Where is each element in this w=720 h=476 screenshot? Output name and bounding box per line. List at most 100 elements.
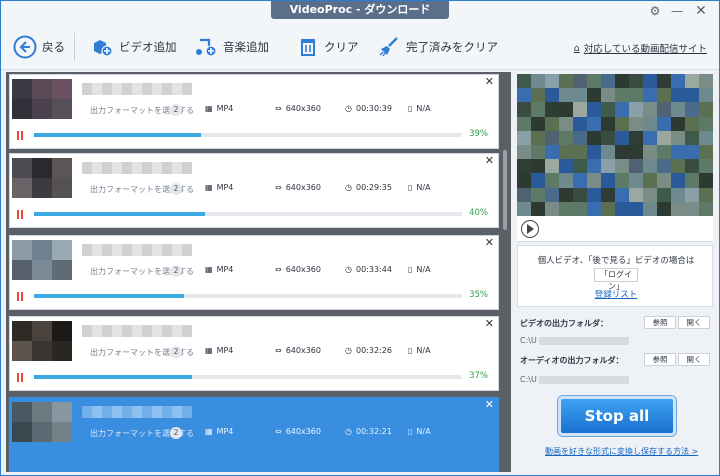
video-browse-button[interactable]: 参照 [644, 316, 676, 329]
remove-item-icon[interactable]: ✕ [485, 236, 494, 249]
pause-icon[interactable] [17, 131, 23, 140]
add-music-button[interactable]: 音楽追加 [194, 33, 269, 61]
preview-pixel [587, 116, 601, 131]
video-thumbnail [12, 79, 72, 119]
remove-item-icon[interactable]: ✕ [485, 75, 494, 88]
size-info: ▯ N/A [408, 183, 431, 192]
preview-pixel [643, 88, 657, 103]
preview-pixel [657, 201, 671, 216]
download-item[interactable]: ✕ 出力フォーマットを選択する 2 ▦ MP4 ⇔ 640x360 ◷ 00:32:26 ▯ N/A… [9, 316, 499, 391]
remove-item-icon[interactable]: ✕ [485, 398, 494, 411]
download-item[interactable]: ✕ 出力フォーマットを選択する 2 ▦ MP4 ⇔ 640x360 ◷ 00:29:35 ▯ N/A… [9, 153, 499, 228]
progress-percent: 40% [469, 208, 488, 218]
clear-button[interactable]: クリア [297, 33, 359, 61]
add-video-button[interactable]: ビデオ追加 [90, 33, 177, 61]
preview-pixel [615, 187, 629, 202]
preview-pixel [685, 144, 699, 160]
format-count-badge[interactable]: 2 [170, 104, 182, 116]
settings-gear-icon[interactable]: ⚙ [645, 3, 665, 19]
preview-pixel [517, 201, 531, 216]
clock-icon: ◷ [345, 104, 352, 113]
preview-pixel [601, 116, 615, 131]
preview-pixel [587, 173, 601, 188]
preview-pixel [545, 173, 559, 188]
preview-pixel [671, 144, 685, 160]
audio-folder-label: オーディオの出力フォルダ： [520, 356, 624, 365]
format-value: MP4 [216, 346, 234, 355]
video-thumbnail [12, 158, 72, 198]
preview-pixel [629, 187, 643, 202]
login-button[interactable]: 「ログイン」 [594, 268, 638, 291]
format-count-badge[interactable]: 2 [170, 346, 182, 358]
pause-icon[interactable] [17, 292, 23, 301]
preview-pixel [615, 74, 629, 89]
audio-open-button[interactable]: 開く [678, 353, 710, 366]
preview-pixel [545, 116, 559, 131]
remove-item-icon[interactable]: ✕ [485, 317, 494, 330]
film-icon: ▦ [205, 183, 213, 192]
preview-pixel [699, 201, 713, 216]
register-list-link[interactable]: 登録リスト [518, 288, 714, 300]
preview-pixel [601, 187, 615, 202]
size-info: ▯ N/A [408, 265, 431, 274]
audio-browse-button[interactable]: 参照 [644, 353, 676, 366]
preview-pixel [699, 130, 713, 145]
duration-info: ◷ 00:33:44 [345, 265, 392, 274]
resolution-icon: ⇔ [275, 104, 282, 113]
preview-pixel [531, 173, 545, 188]
play-icon[interactable] [521, 220, 539, 238]
video-title-blurred [82, 83, 192, 95]
supported-sites-link[interactable]: ⌂ 対応している動画配信サイト [574, 41, 707, 56]
stop-all-button[interactable]: Stop all [558, 396, 676, 436]
preview-pixel [517, 88, 531, 103]
preview-pixel [699, 74, 713, 89]
preview-pixel [517, 159, 531, 174]
duration-value: 00:29:35 [355, 183, 392, 192]
add-video-label: ビデオ追加 [119, 40, 177, 54]
preview-pixel [531, 187, 545, 202]
preview-pixel [615, 102, 629, 117]
preview-pixel [615, 144, 629, 160]
resolution-info: ⇔ 640x360 [275, 104, 321, 113]
preview-pixel [699, 159, 713, 174]
format-count-badge[interactable]: 2 [170, 427, 182, 439]
download-item[interactable]: ✕ 出力フォーマットを選択する 2 ▦ MP4 ⇔ 640x360 ◷ 00:33:44 ▯ N/A… [9, 235, 499, 310]
minimize-icon[interactable]: — [667, 3, 687, 19]
duration-info: ◷ 00:32:21 [345, 427, 392, 436]
audio-folder-path[interactable]: C:\U [520, 375, 629, 384]
add-video-icon [94, 40, 113, 57]
convert-howto-link[interactable]: 動画を好きな形式に変換し保存する方法 > [545, 446, 698, 457]
preview-pixel [545, 102, 559, 117]
back-button[interactable]: 戻る [13, 33, 65, 61]
preview-pixel [629, 74, 643, 89]
preview-pixel [685, 74, 699, 89]
progress-fill [34, 375, 193, 379]
video-open-button[interactable]: 開く [678, 316, 710, 329]
preview-pixel [699, 88, 713, 103]
remove-item-icon[interactable]: ✕ [485, 154, 494, 167]
preview-pixel [531, 144, 545, 160]
preview-pixel [643, 159, 657, 174]
scrollbar-thumb[interactable] [503, 150, 507, 230]
clear-completed-button[interactable]: 完了済みをクリア [377, 33, 498, 61]
preview-pixel [559, 88, 573, 103]
preview-pixel [601, 201, 615, 216]
format-count-badge[interactable]: 2 [170, 265, 182, 277]
pause-icon[interactable] [17, 210, 23, 219]
file-icon: ▯ [408, 104, 413, 113]
close-window-icon[interactable]: ✕ [691, 3, 711, 19]
format-count-badge[interactable]: 2 [170, 183, 182, 195]
pause-icon[interactable] [17, 373, 23, 382]
preview-pixel [643, 173, 657, 188]
blurred-path [538, 375, 629, 384]
download-item[interactable]: ✕ 出力フォーマットを選択する 2 ▦ MP4 ⇔ 640x360 ◷ 00:32:21 ▯ N/A [9, 397, 499, 472]
size-info: ▯ N/A [408, 104, 431, 113]
resolution-icon: ⇔ [275, 183, 282, 192]
preview-pixel [643, 201, 657, 216]
video-folder-label: ビデオの出力フォルダ： [520, 319, 608, 328]
download-item[interactable]: ✕ 出力フォーマットを選択する 2 ▦ MP4 ⇔ 640x360 ◷ 00:30:39 ▯ N/A… [9, 74, 499, 149]
size-value: N/A [416, 183, 431, 192]
scrollbar[interactable] [502, 72, 510, 472]
video-title-blurred [82, 244, 192, 256]
video-folder-path[interactable]: C:\U [520, 336, 629, 345]
